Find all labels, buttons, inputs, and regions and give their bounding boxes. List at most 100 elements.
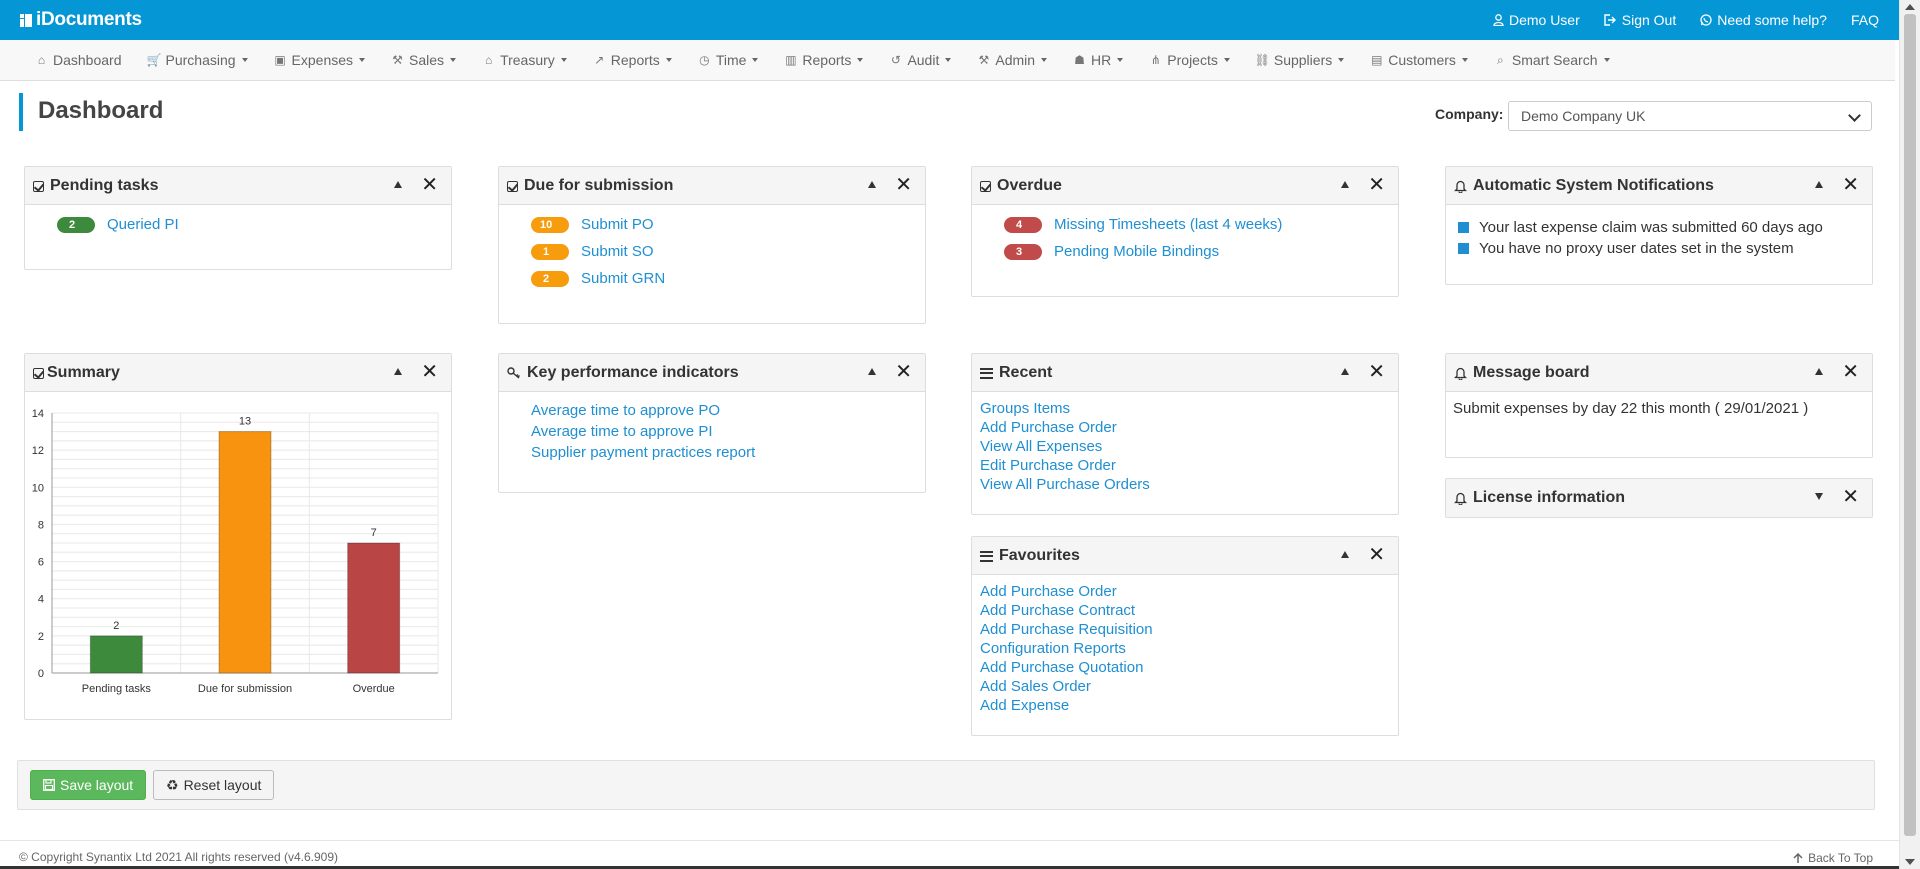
nav-item-label: Smart Search: [1511, 52, 1598, 68]
nav-item-expenses[interactable]: ▣ Expenses: [274, 52, 366, 68]
nav-item-reports[interactable]: ▥ Reports: [784, 52, 864, 68]
x-tick-label: Due for submission: [198, 683, 292, 695]
task-item: 2 Submit GRN: [511, 265, 913, 292]
close-icon[interactable]: ✕: [421, 361, 438, 383]
bell-icon: [1454, 492, 1467, 505]
task-item: 1 Submit SO: [511, 238, 913, 265]
kpi-link[interactable]: Supplier payment practices report: [511, 442, 913, 463]
collapse-icon[interactable]: [394, 368, 402, 375]
nav-item-projects[interactable]: ⋔ Projects: [1149, 52, 1230, 68]
favourite-link[interactable]: Add Purchase Order: [980, 582, 1390, 601]
submit-so-link[interactable]: Submit SO: [581, 243, 654, 260]
kpi-link[interactable]: Average time to approve PI: [511, 421, 913, 442]
collapse-icon[interactable]: [868, 368, 876, 375]
kpi-link[interactable]: Average time to approve PO: [511, 400, 913, 421]
key-icon: [507, 367, 520, 379]
vertical-scrollbar[interactable]: [1899, 0, 1920, 869]
recent-link[interactable]: View All Expenses: [980, 437, 1390, 456]
close-icon[interactable]: ✕: [1842, 486, 1859, 508]
nav-item-hr[interactable]: ☗ HR: [1073, 52, 1124, 68]
favourite-link[interactable]: Add Purchase Requisition: [980, 620, 1390, 639]
submit-po-link[interactable]: Submit PO: [581, 216, 654, 233]
favourite-link[interactable]: Add Sales Order: [980, 677, 1390, 696]
nav-item-label: Reports: [802, 52, 852, 68]
favourite-link[interactable]: Add Expense: [980, 696, 1390, 715]
history-icon: ↺: [890, 53, 901, 67]
nav-item-purchasing[interactable]: 🛒 Purchasing: [146, 52, 248, 68]
company-select[interactable]: Demo Company UK: [1508, 101, 1872, 131]
nav-item-label: Dashboard: [53, 52, 122, 68]
recent-link[interactable]: View All Purchase Orders: [980, 475, 1390, 494]
close-icon[interactable]: ✕: [895, 361, 912, 383]
close-icon[interactable]: ✕: [1842, 361, 1859, 383]
nav-item-treasury[interactable]: ⌂ Treasury: [482, 52, 567, 68]
scroll-down-arrow-icon[interactable]: [1905, 859, 1915, 865]
recent-link[interactable]: Add Purchase Order: [980, 418, 1390, 437]
collapse-icon[interactable]: [1341, 551, 1349, 558]
nav-item-dashboard[interactable]: ⌂ Dashboard: [35, 52, 122, 68]
scroll-up-arrow-icon[interactable]: [1905, 4, 1915, 10]
cart-icon: 🛒: [146, 53, 162, 67]
close-icon[interactable]: ✕: [1368, 544, 1385, 566]
close-icon[interactable]: ✕: [1842, 174, 1859, 196]
nav-item-smart-search[interactable]: ⌕ Smart Search: [1494, 52, 1610, 68]
reset-layout-button[interactable]: ♻ Reset layout: [153, 770, 275, 800]
collapse-icon[interactable]: [1815, 181, 1823, 188]
main-nav: ⌂ Dashboard 🛒 Purchasing ▣ Expenses ⚒ Sales ⌂ Tre…: [0, 40, 1895, 81]
collapse-icon[interactable]: [1815, 368, 1823, 375]
nav-item-label: Customers: [1388, 52, 1456, 68]
pending-mobile-bindings-link[interactable]: Pending Mobile Bindings: [1054, 243, 1219, 260]
favourites-panel: Favourites ✕ Add Purchase Order Add Purc…: [971, 536, 1399, 736]
collapse-icon[interactable]: [868, 181, 876, 188]
demo-user-label: Demo User: [1508, 12, 1580, 28]
collapse-icon[interactable]: [394, 181, 402, 188]
submit-grn-link[interactable]: Submit GRN: [581, 270, 665, 287]
expand-icon[interactable]: [1815, 493, 1823, 500]
nav-item-suppliers[interactable]: ⛓ Suppliers: [1255, 52, 1345, 68]
close-icon[interactable]: ✕: [1368, 174, 1385, 196]
demo-user-link[interactable]: Demo User: [1493, 12, 1580, 28]
close-icon[interactable]: ✕: [895, 174, 912, 196]
close-icon[interactable]: ✕: [1368, 361, 1385, 383]
recent-link[interactable]: Edit Purchase Order: [980, 456, 1390, 475]
panel-header: Message board ✕: [1446, 354, 1872, 392]
nav-item-time[interactable]: ◷ Time: [698, 52, 759, 68]
faq-link[interactable]: FAQ: [1851, 12, 1879, 28]
y-tick-label: 4: [38, 594, 44, 606]
collapse-icon[interactable]: [1341, 368, 1349, 375]
nav-item-admin[interactable]: ⚒ Admin: [977, 52, 1048, 68]
brand-logo[interactable]: iDocuments: [20, 9, 142, 31]
y-tick-label: 12: [32, 445, 44, 457]
help-link[interactable]: Need some help?: [1700, 12, 1827, 28]
sign-out-link[interactable]: Sign Out: [1604, 12, 1676, 28]
missing-timesheets-link[interactable]: Missing Timesheets (last 4 weeks): [1054, 216, 1282, 233]
count-badge: 2: [57, 216, 95, 233]
nav-item-reports[interactable]: ↗ Reports: [593, 52, 672, 68]
favourite-link[interactable]: Add Purchase Contract: [980, 601, 1390, 620]
notifications-panel: Automatic System Notifications ✕ Your la…: [1445, 166, 1873, 285]
save-layout-button[interactable]: Save layout: [30, 770, 147, 800]
nav-item-sales[interactable]: ⚒ Sales: [391, 52, 457, 68]
favourite-link[interactable]: Configuration Reports: [980, 639, 1390, 658]
panel-title: Automatic System Notifications: [1473, 177, 1714, 194]
nav-item-customers[interactable]: ▤ Customers: [1370, 52, 1468, 68]
recent-link[interactable]: Groups Items: [980, 399, 1390, 418]
due-for-submission-panel: Due for submission ✕ 10 Submit PO 1 Subm…: [498, 166, 926, 324]
count-badge: 3: [1004, 243, 1042, 260]
nav-item-audit[interactable]: ↺ Audit: [889, 52, 952, 68]
back-to-top-link[interactable]: Back To Top: [1793, 851, 1873, 865]
scrollbar-thumb[interactable]: [1904, 14, 1916, 836]
nav-item-label: Sales: [409, 52, 445, 68]
nav-list: ⌂ Dashboard 🛒 Purchasing ▣ Expenses ⚒ Sales ⌂ Tre…: [35, 52, 1636, 68]
close-icon[interactable]: ✕: [421, 174, 438, 196]
nav-item-label: Treasury: [500, 52, 555, 68]
caret-down-icon: [857, 58, 864, 62]
layout-toolbar: Save layout ♻ Reset layout: [17, 760, 1875, 810]
queried-pi-link[interactable]: Queried PI: [107, 216, 179, 233]
favourite-link[interactable]: Add Purchase Quotation: [980, 658, 1390, 677]
page-header: Dashboard: [19, 93, 163, 131]
collapse-icon[interactable]: [1341, 181, 1349, 188]
recent-panel: Recent ✕ Groups Items Add Purchase Order…: [971, 353, 1399, 515]
caret-down-icon: [752, 58, 759, 62]
y-tick-label: 6: [38, 557, 44, 569]
